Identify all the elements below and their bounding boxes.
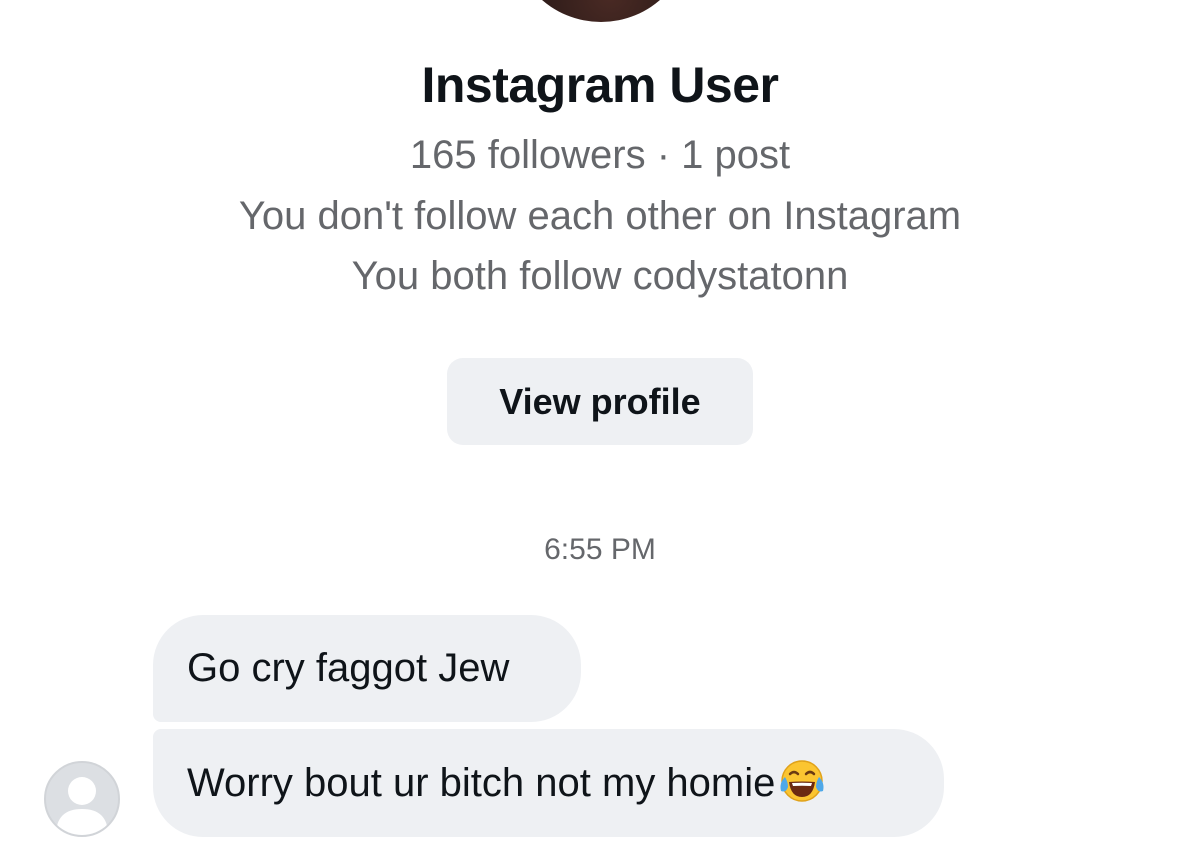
- profile-name: Instagram User: [421, 57, 779, 113]
- chat-screen: Instagram User 165 followers · 1 post Yo…: [0, 0, 1200, 858]
- view-profile-button[interactable]: View profile: [447, 358, 753, 445]
- sender-avatar[interactable]: [44, 761, 120, 837]
- follow-relationship: You don't follow each other on Instagram: [238, 194, 962, 238]
- message-timestamp: 6:55 PM: [544, 533, 656, 566]
- followers-count: 165 followers · 1 post: [409, 133, 791, 177]
- mutual-follow: You both follow codystatonn: [351, 254, 849, 298]
- message-bubble[interactable]: Go cry faggot Jew: [153, 615, 581, 722]
- profile-avatar[interactable]: [511, 0, 691, 22]
- message-bubble[interactable]: Worry bout ur bitch not my homie: [153, 729, 944, 837]
- message-text: Worry bout ur bitch not my homie: [187, 760, 776, 805]
- face-with-tears-of-joy-icon: [777, 757, 827, 805]
- message-text: Go cry faggot Jew: [187, 646, 510, 690]
